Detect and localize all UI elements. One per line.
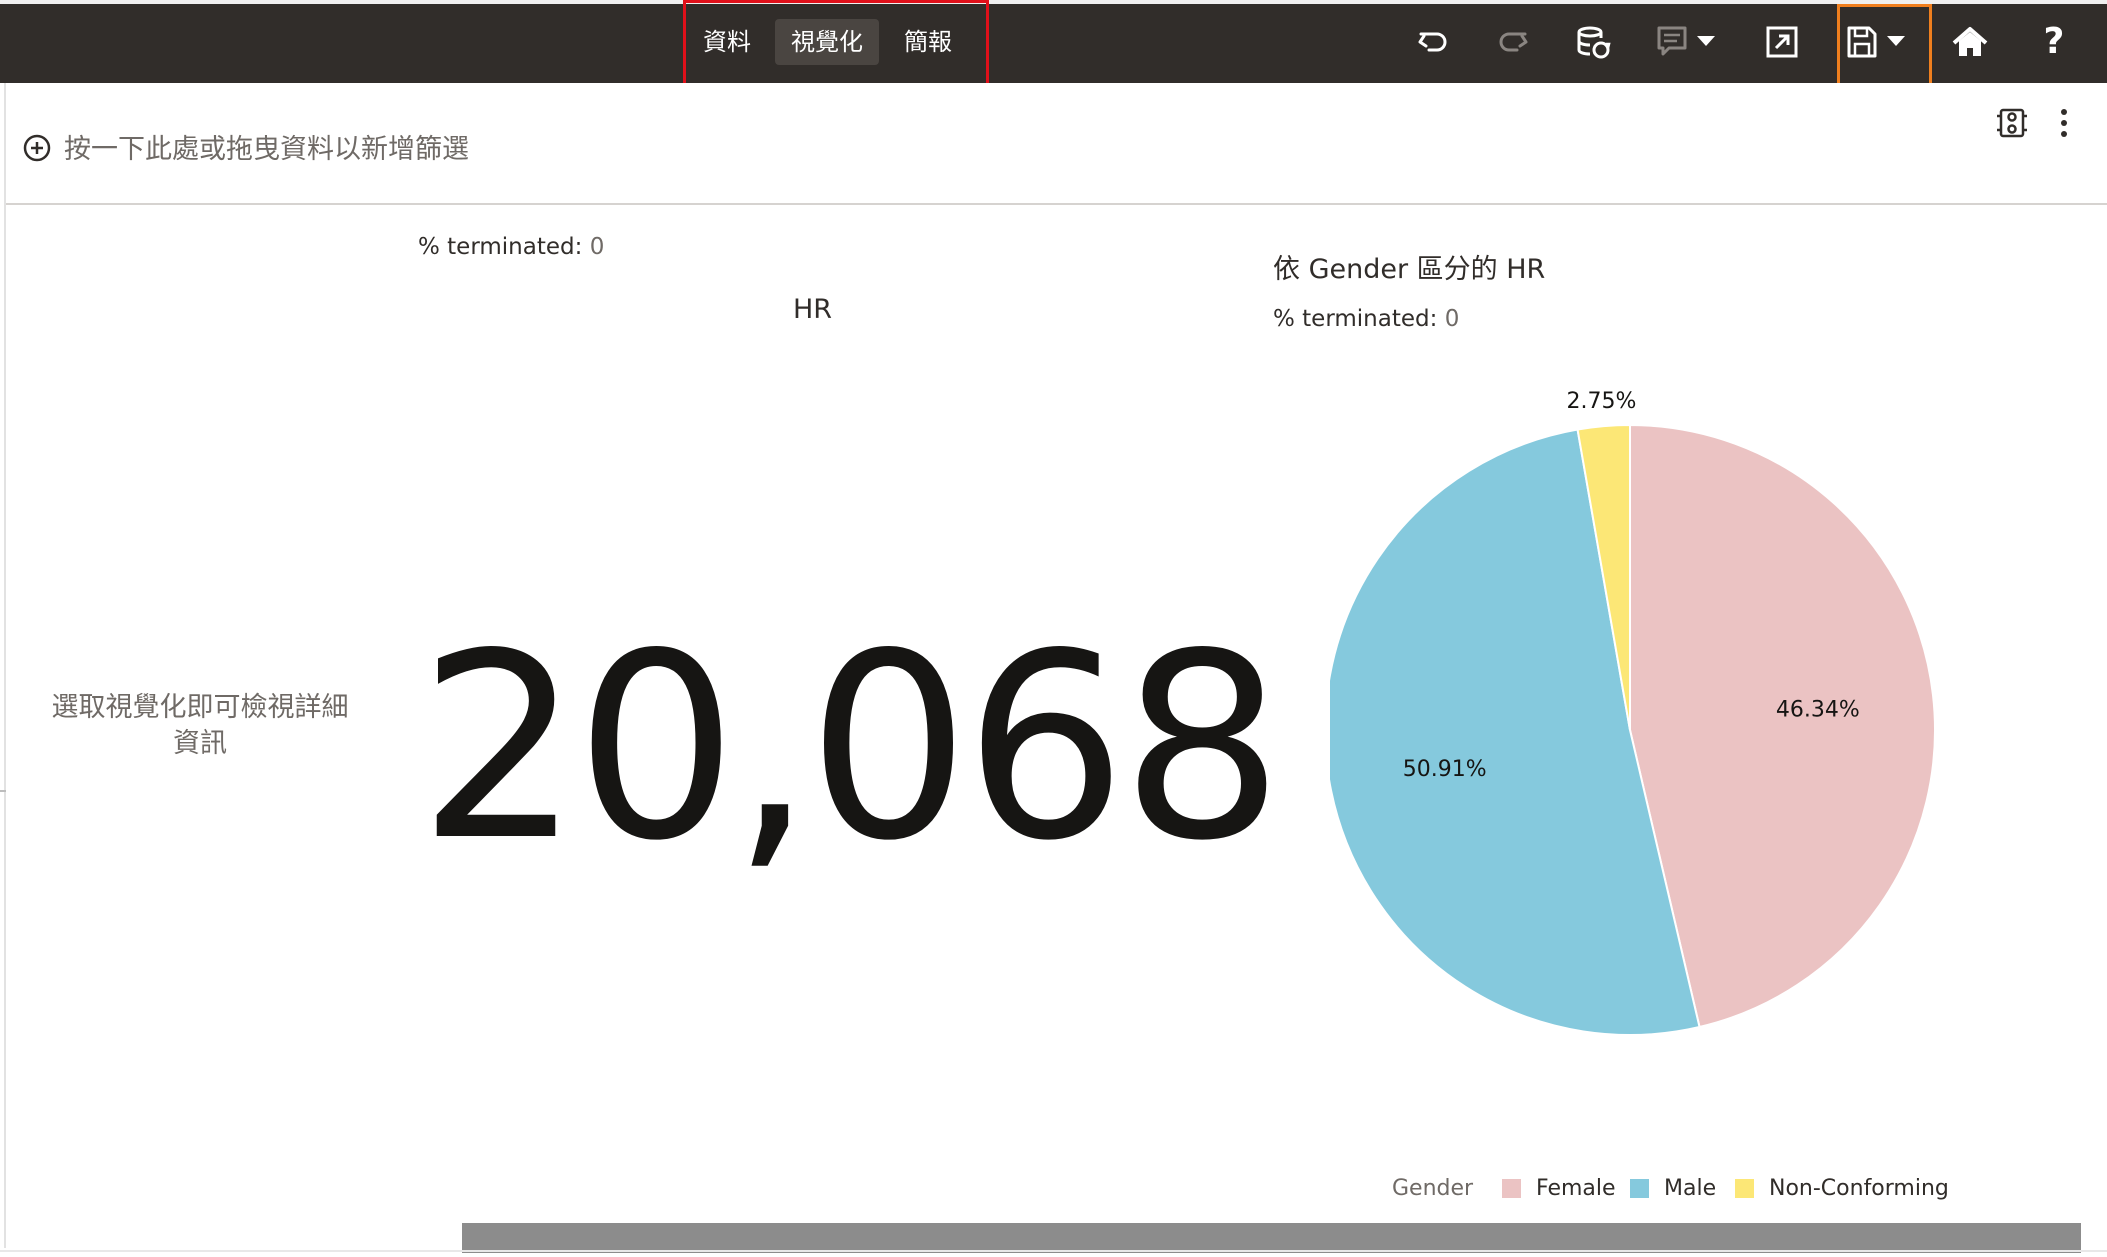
legend-label-female: Female [1536,1176,1616,1201]
pie-data-label: 50.91% [1403,757,1487,782]
filter-bar: 按一下此處或拖曳資料以新增篩選 [6,83,2107,205]
redo-icon[interactable] [1493,22,1533,62]
home-icon[interactable] [1950,22,1990,62]
undo-icon[interactable] [1413,22,1453,62]
legend-title: Gender [1392,1176,1474,1201]
tile-value[interactable]: 20,068 [418,620,1284,890]
more-options-icon[interactable] [2052,107,2076,139]
comment-icon[interactable] [1655,22,1719,62]
top-toolbar: 資料 視覺化 簡報 ? [0,0,2107,88]
pie-measure-name: % terminated: [1273,306,1438,332]
tile-title: HR [792,294,833,325]
pie-chart-title: 依 Gender 區分的 HR [1273,254,1546,285]
tab-present[interactable]: 簡報 [893,19,963,65]
tile-measure-name: % terminated: [418,234,583,260]
present-icon[interactable] [1762,22,1802,62]
help-icon[interactable]: ? [2034,22,2074,62]
add-filter-icon[interactable] [22,133,52,163]
legend-swatch-non-conforming [1735,1179,1754,1198]
tab-visualize[interactable]: 視覺化 [775,19,879,65]
canvas-left-tick [0,790,6,792]
legend-label-non-conforming: Non-Conforming [1769,1176,1949,1201]
pie-measure-label: % terminated: 0 [1273,306,1459,332]
legend-swatch-male [1630,1179,1649,1198]
legend-swatch-female [1502,1179,1521,1198]
app-window: 資料 視覺化 簡報 ? 按一下此處或拖曳資料以新增篩選 選取視覺化即可檢視詳細資… [0,0,2107,1257]
filter-placeholder[interactable]: 按一下此處或拖曳資料以新增篩選 [64,127,469,166]
pie-data-label: 46.34% [1776,697,1860,722]
canvas-left-border [4,83,6,1248]
filter-settings-icon[interactable] [1996,107,2028,139]
tile-measure-value: 0 [589,234,605,260]
data-refresh-icon[interactable] [1573,22,1613,62]
tab-data[interactable]: 資料 [695,19,759,65]
horizontal-scrollbar[interactable] [462,1223,2081,1253]
canvas-bottom-border [0,1250,2107,1252]
save-icon[interactable] [1845,22,1915,62]
tile-measure-label: % terminated: 0 [418,234,604,260]
pie-measure-value: 0 [1444,306,1460,332]
legend-label-male: Male [1664,1176,1717,1201]
properties-hint: 選取視覺化即可檢視詳細資訊 [51,692,349,759]
pie-chart[interactable]: 46.34% 50.91% 2.75% [1330,380,2030,1080]
pie-data-label: 2.75% [1566,389,1636,414]
